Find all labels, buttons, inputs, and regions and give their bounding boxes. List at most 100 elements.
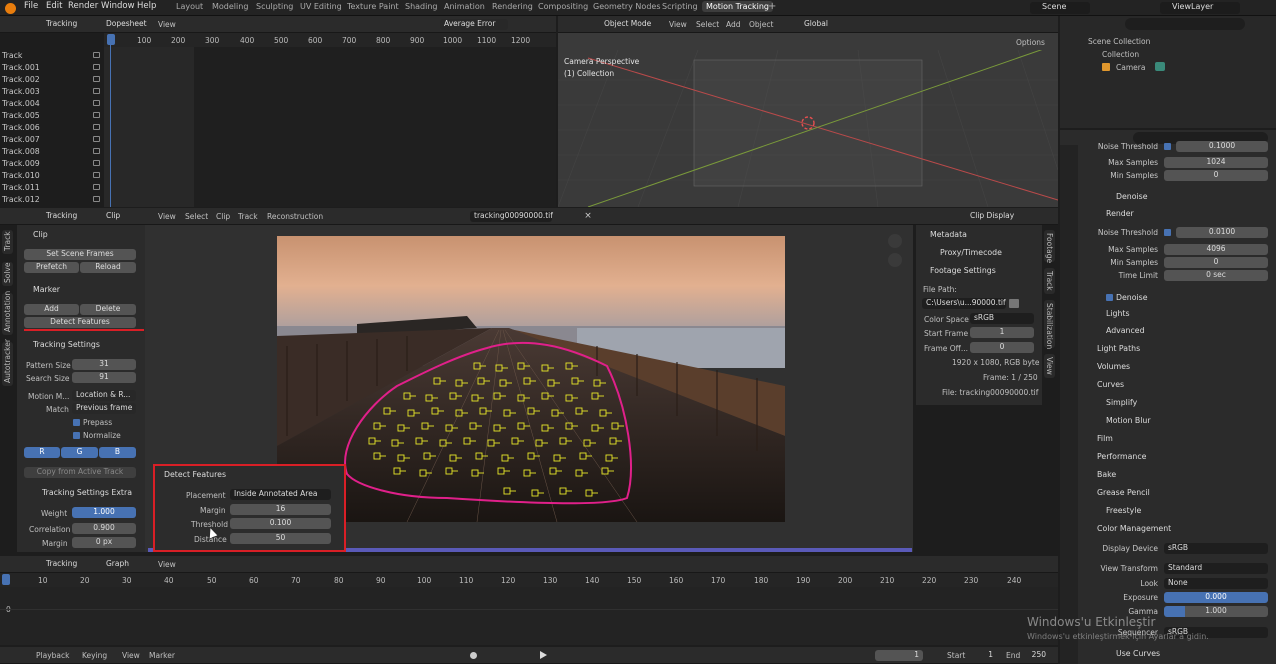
dopesheet-track-name[interactable]: Track.001 [2, 63, 40, 72]
outliner-camera[interactable]: Camera [1116, 63, 1145, 72]
light-paths-panel[interactable]: Light Paths [1097, 344, 1140, 353]
menu-render[interactable]: Render [68, 1, 98, 11]
dopesheet-track-name[interactable]: Track.008 [2, 147, 40, 156]
menu-window[interactable]: Window [101, 1, 135, 11]
play-button[interactable] [540, 651, 547, 659]
track-lock-icon[interactable] [93, 100, 100, 106]
time-limit-field[interactable]: 0 sec [1164, 270, 1268, 281]
detect-margin-field[interactable]: 16 [230, 504, 331, 515]
dopesheet-type-select[interactable]: Dopesheet [90, 19, 152, 30]
tab-annotation[interactable]: Annotation [2, 291, 13, 335]
folder-icon[interactable] [1009, 299, 1019, 308]
render-noise-threshold-checkbox[interactable] [1164, 229, 1171, 236]
tab-animation[interactable]: Animation [444, 2, 485, 11]
render-noise-threshold-field[interactable]: 0.0100 [1176, 227, 1268, 238]
track-lock-icon[interactable] [93, 136, 100, 142]
track-lock-icon[interactable] [93, 172, 100, 178]
weight-field[interactable]: 1.000 [72, 507, 136, 518]
end-field[interactable]: 250 [1022, 650, 1048, 661]
graph-frame-ruler[interactable] [0, 573, 1058, 587]
track-lock-icon[interactable] [93, 52, 100, 58]
track-lock-icon[interactable] [93, 148, 100, 154]
distance-field[interactable]: 50 [230, 533, 331, 544]
track-lock-icon[interactable] [93, 160, 100, 166]
detect-features-button[interactable]: Detect Features [24, 317, 136, 328]
match-select[interactable]: Previous frame [72, 403, 136, 414]
tracking-settings-extra-title[interactable]: Tracking Settings Extra [42, 488, 132, 497]
track-lock-icon[interactable] [93, 112, 100, 118]
dopesheet-track-name[interactable]: Track.007 [2, 135, 40, 144]
record-button[interactable] [470, 652, 477, 659]
view-layer-selector[interactable]: ViewLayer [1160, 2, 1240, 14]
graph-playhead[interactable] [2, 574, 10, 585]
dopesheet-mode-select[interactable]: Tracking [22, 19, 84, 30]
menu-edit[interactable]: Edit [46, 1, 62, 11]
viewport-menu-object[interactable]: Object [749, 20, 773, 29]
grease-pencil-panel[interactable]: Grease Pencil [1097, 488, 1150, 497]
metadata-panel-title[interactable]: Metadata [930, 230, 967, 239]
color-management-panel[interactable]: Color Management [1097, 524, 1171, 533]
min-samples-field[interactable]: 0 [1164, 170, 1268, 181]
scene-selector[interactable]: Scene [1030, 2, 1090, 14]
tab-shading[interactable]: Shading [405, 2, 438, 11]
tab-track-right[interactable]: Track [1044, 268, 1055, 294]
dopesheet-track-name[interactable]: Track [2, 51, 22, 60]
color-space-select[interactable]: sRGB [970, 313, 1034, 324]
tab-compositing[interactable]: Compositing [538, 2, 588, 11]
graph-view-menu[interactable]: View [158, 560, 176, 569]
correlation-field[interactable]: 0.900 [72, 523, 136, 534]
pan-hand-icon[interactable] [888, 253, 902, 267]
dopesheet-track-name[interactable]: Track.005 [2, 111, 40, 120]
render-denoise-subpanel-checkbox[interactable] [1106, 294, 1113, 301]
freestyle-panel[interactable]: Freestyle [1106, 506, 1141, 515]
tab-scripting[interactable]: Scripting [662, 2, 698, 11]
tab-motion-tracking[interactable]: Motion Tracking [702, 1, 773, 12]
viewport-menu-view[interactable]: View [669, 20, 687, 29]
pattern-size-field[interactable]: 31 [72, 359, 136, 370]
tab-layout[interactable]: Layout [176, 2, 203, 11]
max-samples-field[interactable]: 1024 [1164, 157, 1268, 168]
clip-menu-select[interactable]: Select [185, 212, 208, 221]
start-frame-field[interactable]: 1 [970, 327, 1034, 338]
render-denoise-subpanel[interactable]: Denoise [1116, 293, 1148, 302]
zoom-icon[interactable] [888, 234, 902, 248]
track-lock-icon[interactable] [93, 76, 100, 82]
simplify-panel[interactable]: Simplify [1106, 398, 1137, 407]
frame-offset-field[interactable]: 0 [970, 342, 1034, 353]
margin-field[interactable]: 0 px [72, 537, 136, 548]
view-transform-select[interactable]: Standard [1164, 563, 1268, 574]
clip-mode-select[interactable]: Tracking [22, 211, 84, 222]
proxy-panel-title[interactable]: Proxy/Timecode [940, 248, 1002, 257]
search-size-field[interactable]: 91 [72, 372, 136, 383]
performance-panel[interactable]: Performance [1097, 452, 1146, 461]
normalize-checkbox[interactable] [73, 432, 80, 439]
outliner-scene-collection[interactable]: Scene Collection [1088, 37, 1150, 46]
tab-view[interactable]: View [1044, 354, 1055, 378]
motion-blur-panel[interactable]: Motion Blur [1106, 416, 1151, 425]
keying-menu[interactable]: Keying [82, 651, 107, 660]
clip-menu-track[interactable]: Track [238, 212, 258, 221]
clip-panel-title[interactable]: Clip [33, 230, 48, 239]
render-subpanel[interactable]: Render [1106, 209, 1134, 218]
playback-menu[interactable]: Playback [36, 651, 69, 660]
dopesheet-sort-select[interactable]: Average Error [440, 19, 508, 30]
use-curves[interactable]: Use Curves [1116, 649, 1160, 658]
tab-footage[interactable]: Footage [1044, 230, 1055, 263]
playback-view-menu[interactable]: View [122, 651, 140, 660]
clip-display-select[interactable]: Clip Display [960, 211, 1022, 222]
viewport-menu-add[interactable]: Add [726, 20, 741, 29]
tab-track[interactable]: Track [2, 230, 13, 254]
menu-file[interactable]: File [24, 1, 38, 11]
set-scene-frames-button[interactable]: Set Scene Frames [24, 249, 136, 260]
dopesheet-track-name[interactable]: Track.004 [2, 99, 40, 108]
tab-stabilization[interactable]: Stabilization [1044, 300, 1055, 349]
lights-subpanel[interactable]: Lights [1106, 309, 1130, 318]
curves-panel[interactable]: Curves [1097, 380, 1124, 389]
placement-select[interactable]: Inside Annotated Area [230, 489, 331, 500]
clip-type-select[interactable]: Clip [90, 211, 152, 222]
tracking-settings-title[interactable]: Tracking Settings [33, 340, 100, 349]
current-frame-field[interactable]: 1 [875, 650, 923, 661]
threshold-field[interactable]: 0.100 [230, 518, 331, 529]
volumes-panel[interactable]: Volumes [1097, 362, 1130, 371]
dopesheet-track-name[interactable]: Track.006 [2, 123, 40, 132]
